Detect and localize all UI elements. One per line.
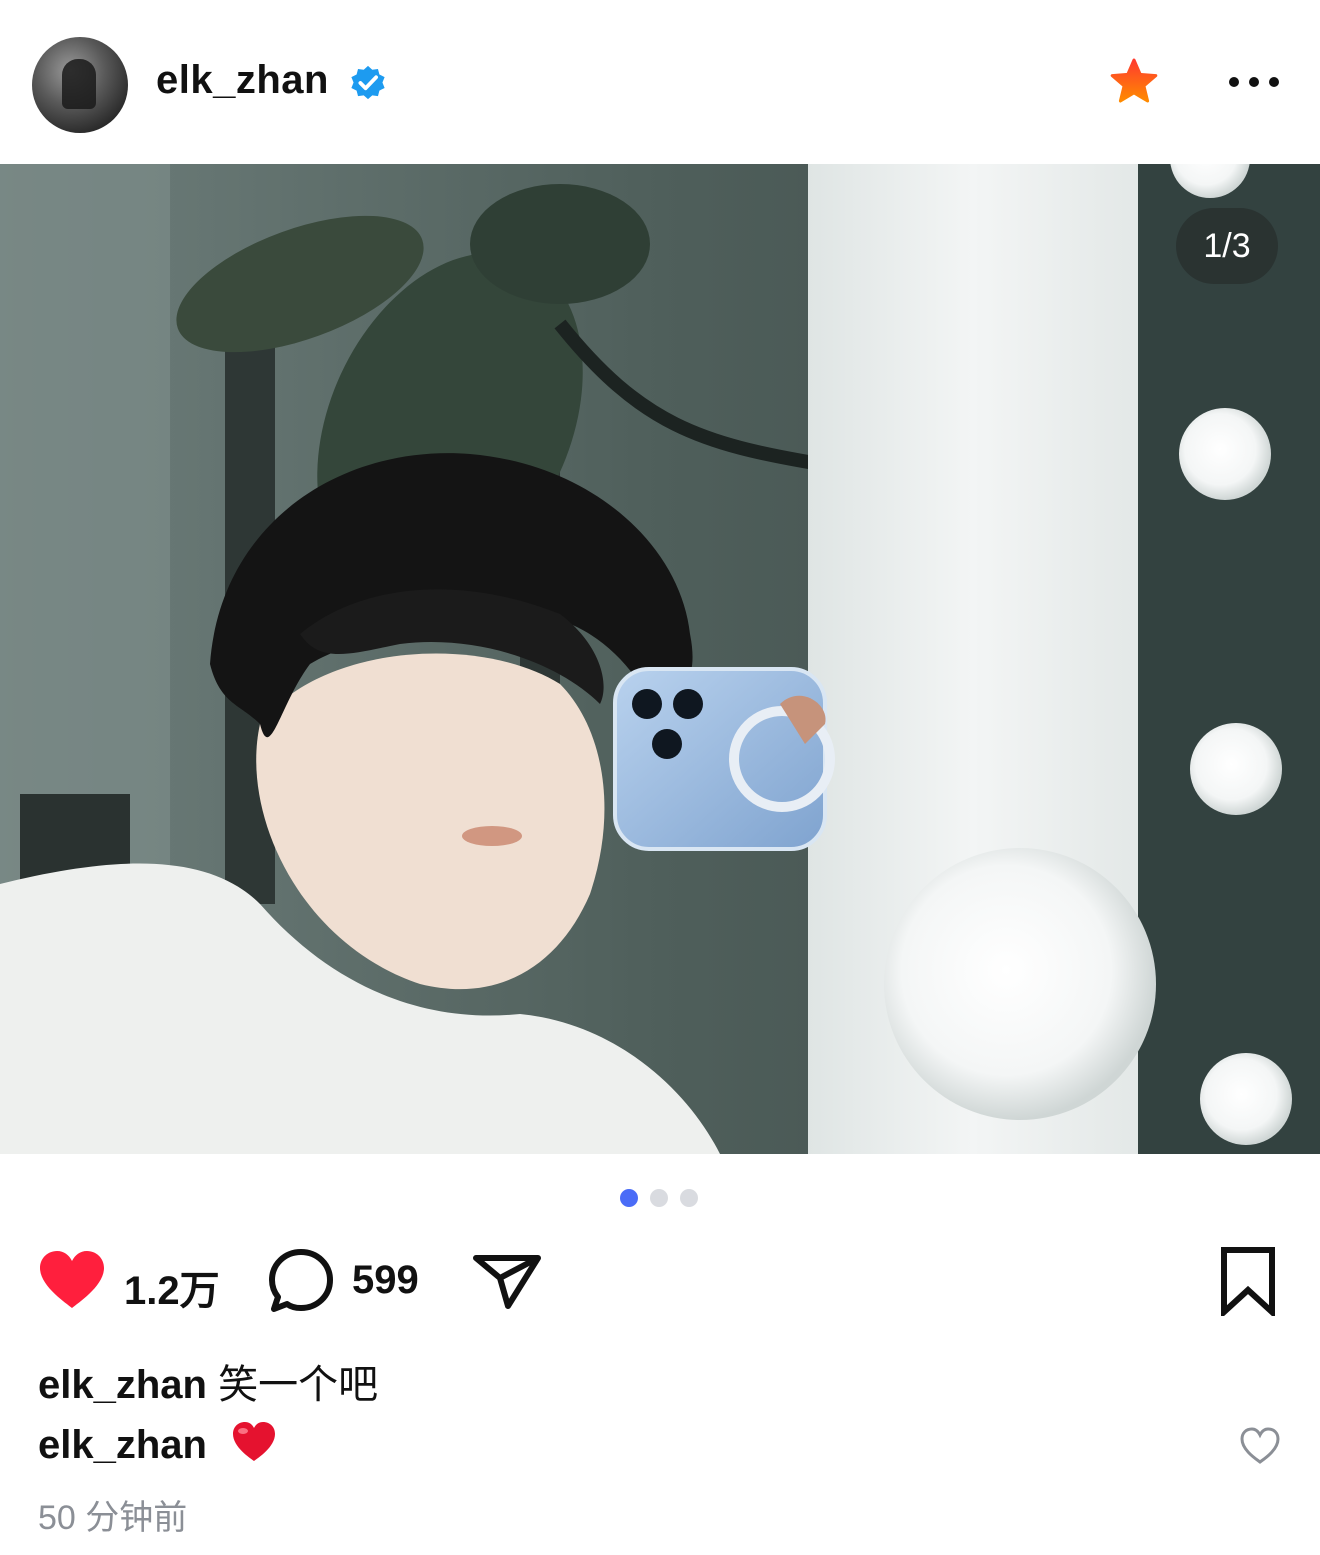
post-author-username[interactable]: elk_zhan	[156, 58, 329, 103]
post-caption: elk_zhan 笑一个吧	[38, 1352, 378, 1410]
caption-username[interactable]: elk_zhan	[38, 1363, 207, 1407]
more-icon[interactable]	[1226, 62, 1282, 102]
comment-username[interactable]: elk_zhan	[38, 1423, 207, 1467]
top-comment: elk_zhan	[38, 1420, 278, 1468]
star-icon[interactable]	[1108, 56, 1160, 108]
pagination-dot-3[interactable]	[680, 1189, 698, 1207]
photo-illustration	[0, 164, 1320, 1154]
post-timestamp: 50 分钟前	[38, 1499, 188, 1537]
post-header: elk_zhan	[0, 0, 1320, 165]
like-count[interactable]: 1.2万	[124, 1258, 220, 1316]
bookmark-icon[interactable]	[1218, 1246, 1278, 1316]
pagination-dot-2[interactable]	[650, 1189, 668, 1207]
carousel-pagination	[620, 1189, 698, 1209]
caption-text: 笑一个吧	[218, 1363, 379, 1407]
comment-count[interactable]: 599	[352, 1258, 419, 1303]
image-counter: 1/3	[1176, 208, 1278, 284]
red-heart-emoji-icon	[233, 1422, 276, 1461]
verified-badge-icon	[351, 65, 385, 100]
pagination-dot-1[interactable]	[620, 1189, 638, 1207]
heart-icon[interactable]	[36, 1248, 108, 1312]
post-photo[interactable]: 1/3	[0, 164, 1320, 1154]
share-icon[interactable]	[470, 1246, 544, 1312]
comment-icon[interactable]	[266, 1246, 336, 1316]
comment-heart-icon[interactable]	[1238, 1426, 1282, 1466]
avatar[interactable]	[32, 37, 128, 133]
post-actions: 1.2万 599	[0, 1240, 1320, 1322]
